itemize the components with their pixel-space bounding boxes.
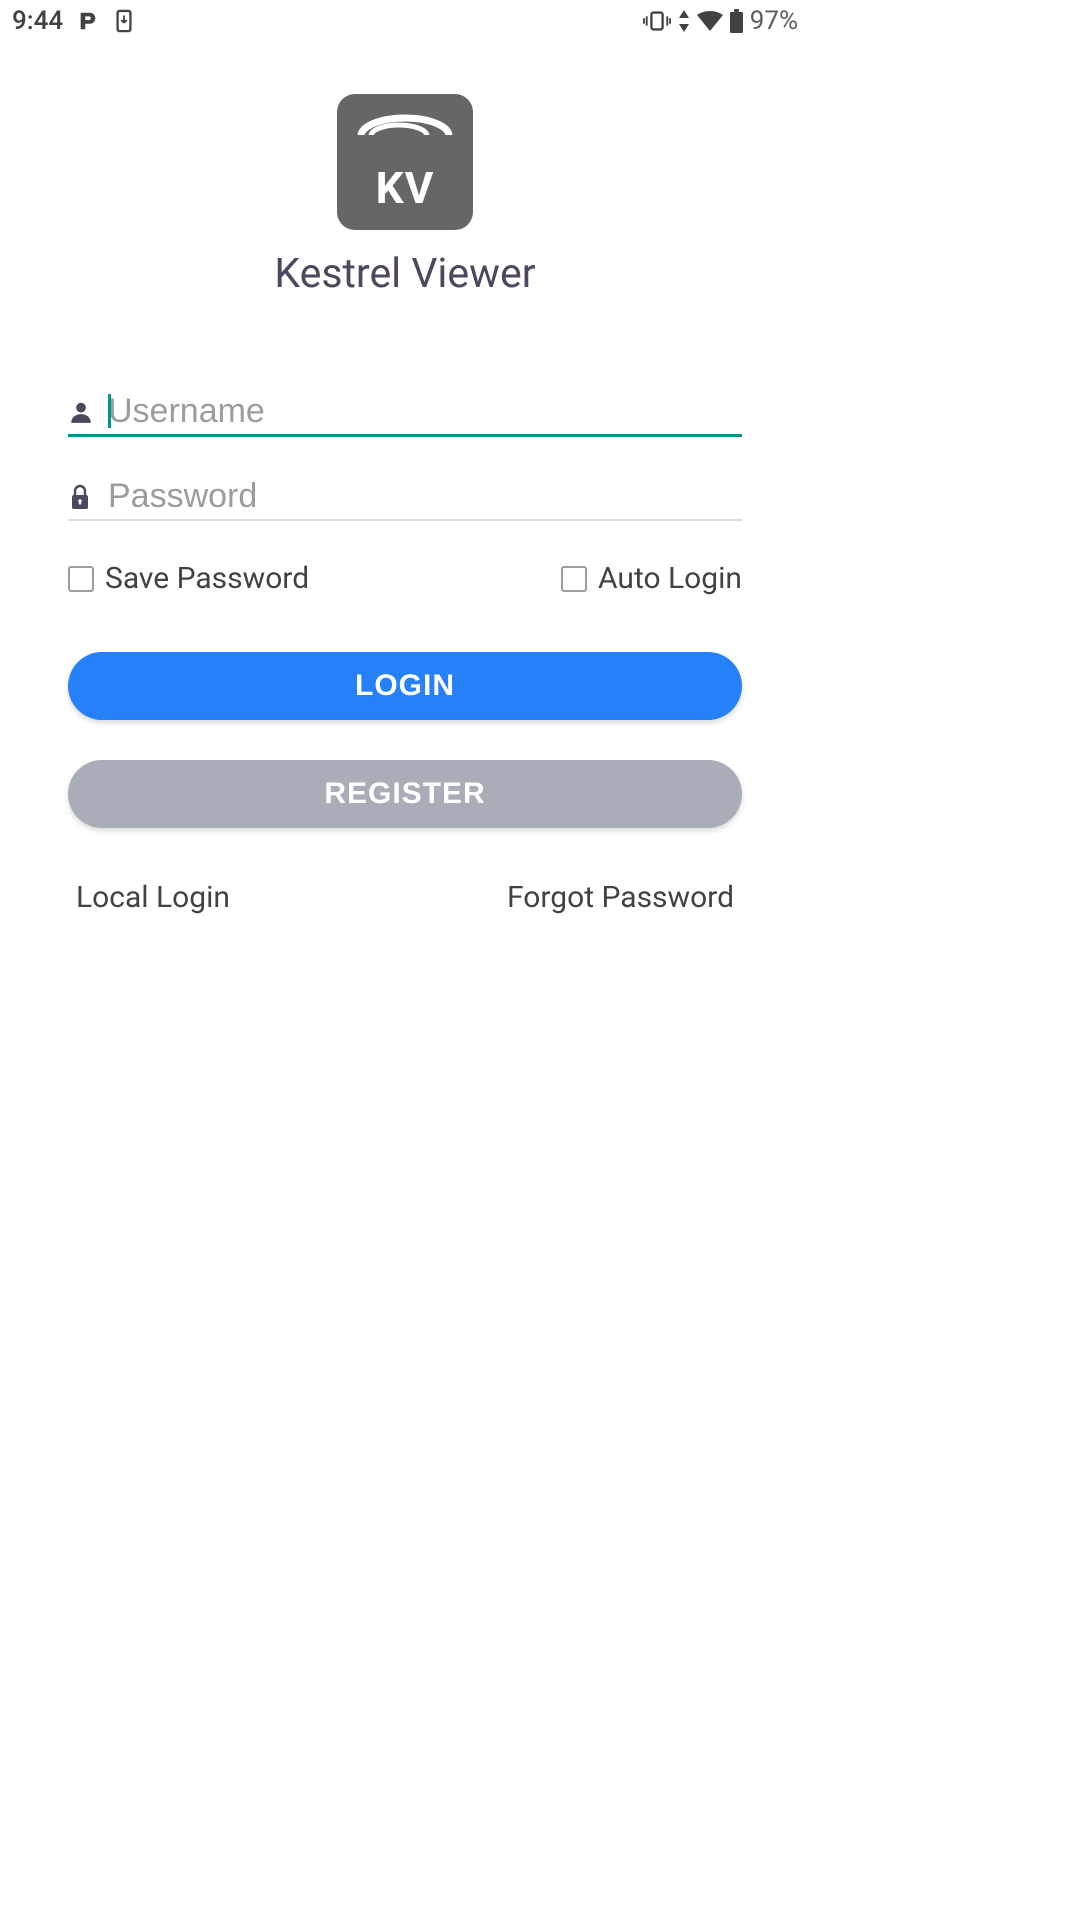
local-login-link[interactable]: Local Login <box>76 880 230 915</box>
status-bar: 9:44 97% <box>0 0 810 42</box>
user-icon <box>68 399 108 425</box>
username-row <box>68 392 742 437</box>
links-row: Local Login Forgot Password <box>68 880 742 915</box>
register-button[interactable]: REGISTER <box>68 760 742 828</box>
auto-login-label: Auto Login <box>598 561 742 596</box>
data-icon <box>677 10 691 32</box>
checkbox-box-icon <box>561 566 587 592</box>
checkbox-box-icon <box>68 566 94 592</box>
input-cursor <box>108 394 111 428</box>
vibrate-icon <box>643 10 671 32</box>
password-row <box>68 477 742 521</box>
username-input[interactable] <box>108 392 742 431</box>
logo-section: KV Kestrel Viewer <box>68 94 742 298</box>
forgot-password-link[interactable]: Forgot Password <box>507 880 734 915</box>
battery-percentage: 97% <box>750 6 798 36</box>
status-right: 97% <box>643 6 798 36</box>
login-button[interactable]: LOGIN <box>68 652 742 720</box>
login-form: Save Password Auto Login LOGIN REGISTER … <box>68 392 742 915</box>
wifi-icon <box>697 11 723 31</box>
app-title: Kestrel Viewer <box>68 250 742 298</box>
status-left: 9:44 <box>12 6 135 36</box>
password-input[interactable] <box>108 477 742 516</box>
status-time: 9:44 <box>12 6 63 36</box>
pandora-icon <box>77 10 99 32</box>
logo-letters: KV <box>376 162 435 214</box>
auto-login-checkbox[interactable]: Auto Login <box>561 561 742 596</box>
content: KV Kestrel Viewer Save Password Aut <box>0 94 810 915</box>
checkbox-row: Save Password Auto Login <box>68 561 742 596</box>
save-password-checkbox[interactable]: Save Password <box>68 561 309 596</box>
app-logo: KV <box>337 94 473 230</box>
save-password-label: Save Password <box>105 561 309 596</box>
battery-icon <box>729 9 744 33</box>
download-icon <box>113 9 135 33</box>
lock-icon <box>68 484 108 510</box>
logo-swoosh-icon <box>357 110 453 160</box>
